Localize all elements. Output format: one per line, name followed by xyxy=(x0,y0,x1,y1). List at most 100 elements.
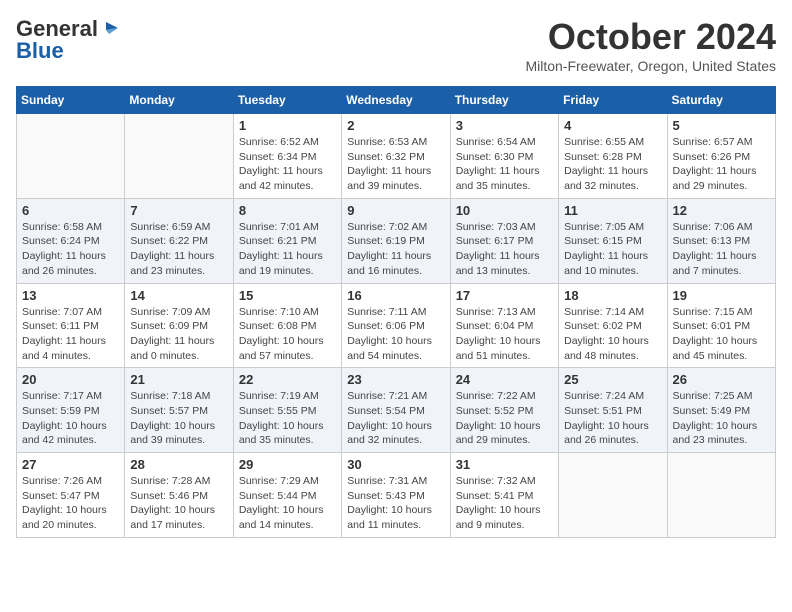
calendar-cell: 30 Sunrise: 7:31 AM Sunset: 5:43 PM Dayli… xyxy=(342,453,450,538)
day-info: Sunrise: 7:05 AM Sunset: 6:15 PM Dayligh… xyxy=(564,220,661,279)
calendar-header-row: SundayMondayTuesdayWednesdayThursdayFrid… xyxy=(17,87,776,114)
title-section: October 2024 Milton-Freewater, Oregon, U… xyxy=(525,16,776,74)
calendar-cell: 25 Sunrise: 7:24 AM Sunset: 5:51 PM Dayli… xyxy=(559,368,667,453)
day-number: 4 xyxy=(564,118,661,133)
calendar-cell: 23 Sunrise: 7:21 AM Sunset: 5:54 PM Dayli… xyxy=(342,368,450,453)
location-text: Milton-Freewater, Oregon, United States xyxy=(525,58,776,74)
calendar-week-row: 13 Sunrise: 7:07 AM Sunset: 6:11 PM Dayli… xyxy=(17,283,776,368)
day-number: 14 xyxy=(130,288,227,303)
day-number: 20 xyxy=(22,372,119,387)
calendar-cell: 20 Sunrise: 7:17 AM Sunset: 5:59 PM Dayli… xyxy=(17,368,125,453)
calendar-cell xyxy=(667,453,775,538)
calendar-cell: 7 Sunrise: 6:59 AM Sunset: 6:22 PM Daylig… xyxy=(125,198,233,283)
calendar-cell: 17 Sunrise: 7:13 AM Sunset: 6:04 PM Dayli… xyxy=(450,283,558,368)
calendar-table: SundayMondayTuesdayWednesdayThursdayFrid… xyxy=(16,86,776,538)
day-info: Sunrise: 7:11 AM Sunset: 6:06 PM Dayligh… xyxy=(347,305,444,364)
day-info: Sunrise: 6:52 AM Sunset: 6:34 PM Dayligh… xyxy=(239,135,336,194)
logo-blue: Blue xyxy=(16,38,64,64)
day-info: Sunrise: 7:06 AM Sunset: 6:13 PM Dayligh… xyxy=(673,220,770,279)
day-info: Sunrise: 7:21 AM Sunset: 5:54 PM Dayligh… xyxy=(347,389,444,448)
day-info: Sunrise: 7:22 AM Sunset: 5:52 PM Dayligh… xyxy=(456,389,553,448)
calendar-cell: 12 Sunrise: 7:06 AM Sunset: 6:13 PM Dayli… xyxy=(667,198,775,283)
calendar-cell xyxy=(125,114,233,199)
day-info: Sunrise: 6:59 AM Sunset: 6:22 PM Dayligh… xyxy=(130,220,227,279)
weekday-header-monday: Monday xyxy=(125,87,233,114)
calendar-cell: 4 Sunrise: 6:55 AM Sunset: 6:28 PM Daylig… xyxy=(559,114,667,199)
day-info: Sunrise: 6:53 AM Sunset: 6:32 PM Dayligh… xyxy=(347,135,444,194)
calendar-cell: 3Sunrise: 6:54 AM Sunset: 6:30 PM Daylig… xyxy=(450,114,558,199)
calendar-week-row: 6Sunrise: 6:58 AM Sunset: 6:24 PM Daylig… xyxy=(17,198,776,283)
day-info: Sunrise: 7:17 AM Sunset: 5:59 PM Dayligh… xyxy=(22,389,119,448)
calendar-cell: 14Sunrise: 7:09 AM Sunset: 6:09 PM Dayli… xyxy=(125,283,233,368)
day-info: Sunrise: 7:28 AM Sunset: 5:46 PM Dayligh… xyxy=(130,474,227,533)
calendar-cell: 2 Sunrise: 6:53 AM Sunset: 6:32 PM Daylig… xyxy=(342,114,450,199)
day-number: 25 xyxy=(564,372,661,387)
day-number: 30 xyxy=(347,457,444,472)
calendar-cell: 21Sunrise: 7:18 AM Sunset: 5:57 PM Dayli… xyxy=(125,368,233,453)
day-number: 7 xyxy=(130,203,227,218)
day-number: 9 xyxy=(347,203,444,218)
calendar-cell: 5 Sunrise: 6:57 AM Sunset: 6:26 PM Daylig… xyxy=(667,114,775,199)
day-number: 15 xyxy=(239,288,336,303)
weekday-header-wednesday: Wednesday xyxy=(342,87,450,114)
day-number: 19 xyxy=(673,288,770,303)
calendar-cell: 15 Sunrise: 7:10 AM Sunset: 6:08 PM Dayli… xyxy=(233,283,341,368)
day-number: 22 xyxy=(239,372,336,387)
day-number: 11 xyxy=(564,203,661,218)
calendar-cell: 19Sunrise: 7:15 AM Sunset: 6:01 PM Dayli… xyxy=(667,283,775,368)
logo: General Blue xyxy=(16,16,118,64)
day-number: 2 xyxy=(347,118,444,133)
day-number: 24 xyxy=(456,372,553,387)
day-info: Sunrise: 6:55 AM Sunset: 6:28 PM Dayligh… xyxy=(564,135,661,194)
day-info: Sunrise: 7:26 AM Sunset: 5:47 PM Dayligh… xyxy=(22,474,119,533)
weekday-header-sunday: Sunday xyxy=(17,87,125,114)
weekday-header-tuesday: Tuesday xyxy=(233,87,341,114)
day-info: Sunrise: 7:02 AM Sunset: 6:19 PM Dayligh… xyxy=(347,220,444,279)
day-info: Sunrise: 7:01 AM Sunset: 6:21 PM Dayligh… xyxy=(239,220,336,279)
day-info: Sunrise: 7:07 AM Sunset: 6:11 PM Dayligh… xyxy=(22,305,119,364)
day-info: Sunrise: 7:31 AM Sunset: 5:43 PM Dayligh… xyxy=(347,474,444,533)
day-number: 12 xyxy=(673,203,770,218)
month-title: October 2024 xyxy=(525,16,776,58)
day-number: 23 xyxy=(347,372,444,387)
day-number: 8 xyxy=(239,203,336,218)
day-number: 5 xyxy=(673,118,770,133)
calendar-cell: 28 Sunrise: 7:28 AM Sunset: 5:46 PM Dayli… xyxy=(125,453,233,538)
calendar-cell xyxy=(17,114,125,199)
day-number: 17 xyxy=(456,288,553,303)
day-info: Sunrise: 7:24 AM Sunset: 5:51 PM Dayligh… xyxy=(564,389,661,448)
calendar-week-row: 20 Sunrise: 7:17 AM Sunset: 5:59 PM Dayli… xyxy=(17,368,776,453)
day-info: Sunrise: 7:14 AM Sunset: 6:02 PM Dayligh… xyxy=(564,305,661,364)
day-info: Sunrise: 7:32 AM Sunset: 5:41 PM Dayligh… xyxy=(456,474,553,533)
day-number: 18 xyxy=(564,288,661,303)
logo-bird-icon xyxy=(100,20,118,38)
day-info: Sunrise: 6:54 AM Sunset: 6:30 PM Dayligh… xyxy=(456,135,553,194)
day-info: Sunrise: 7:19 AM Sunset: 5:55 PM Dayligh… xyxy=(239,389,336,448)
calendar-week-row: 27 Sunrise: 7:26 AM Sunset: 5:47 PM Dayli… xyxy=(17,453,776,538)
day-number: 10 xyxy=(456,203,553,218)
day-number: 31 xyxy=(456,457,553,472)
calendar-cell: 11 Sunrise: 7:05 AM Sunset: 6:15 PM Dayli… xyxy=(559,198,667,283)
page-header: General Blue October 2024 Milton-Freewat… xyxy=(16,16,776,74)
calendar-cell: 9 Sunrise: 7:02 AM Sunset: 6:19 PM Daylig… xyxy=(342,198,450,283)
calendar-cell: 6Sunrise: 6:58 AM Sunset: 6:24 PM Daylig… xyxy=(17,198,125,283)
day-number: 27 xyxy=(22,457,119,472)
day-number: 26 xyxy=(673,372,770,387)
day-info: Sunrise: 7:18 AM Sunset: 5:57 PM Dayligh… xyxy=(130,389,227,448)
calendar-cell: 16 Sunrise: 7:11 AM Sunset: 6:06 PM Dayli… xyxy=(342,283,450,368)
day-number: 28 xyxy=(130,457,227,472)
calendar-cell xyxy=(559,453,667,538)
day-number: 13 xyxy=(22,288,119,303)
day-info: Sunrise: 6:57 AM Sunset: 6:26 PM Dayligh… xyxy=(673,135,770,194)
day-info: Sunrise: 7:13 AM Sunset: 6:04 PM Dayligh… xyxy=(456,305,553,364)
day-number: 16 xyxy=(347,288,444,303)
calendar-cell: 22 Sunrise: 7:19 AM Sunset: 5:55 PM Dayli… xyxy=(233,368,341,453)
day-info: Sunrise: 7:29 AM Sunset: 5:44 PM Dayligh… xyxy=(239,474,336,533)
calendar-cell: 1 Sunrise: 6:52 AM Sunset: 6:34 PM Daylig… xyxy=(233,114,341,199)
calendar-cell: 24 Sunrise: 7:22 AM Sunset: 5:52 PM Dayli… xyxy=(450,368,558,453)
day-info: Sunrise: 7:10 AM Sunset: 6:08 PM Dayligh… xyxy=(239,305,336,364)
day-number: 1 xyxy=(239,118,336,133)
calendar-cell: 26Sunrise: 7:25 AM Sunset: 5:49 PM Dayli… xyxy=(667,368,775,453)
calendar-cell: 31 Sunrise: 7:32 AM Sunset: 5:41 PM Dayli… xyxy=(450,453,558,538)
weekday-header-saturday: Saturday xyxy=(667,87,775,114)
